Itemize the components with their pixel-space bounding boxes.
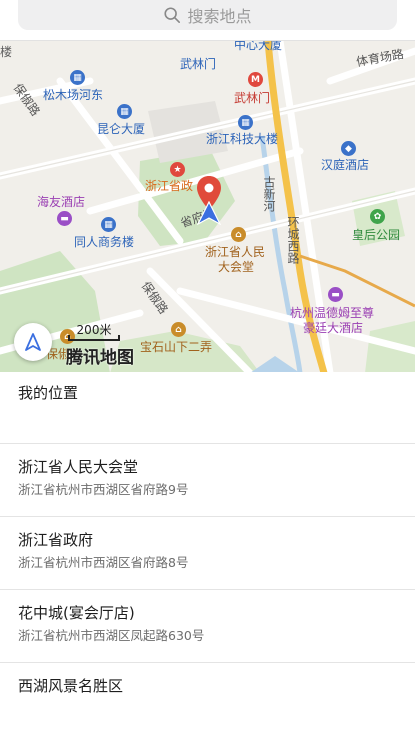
location-list: 我的位置 浙江省人民大会堂 浙江省杭州市西湖区省府路9号 浙江省政府 浙江省杭州… bbox=[0, 372, 415, 736]
map-label: 杭州温德姆至尊 bbox=[290, 306, 375, 320]
map-label: 环城西路 bbox=[286, 216, 300, 264]
map-label: 豪廷大酒店 bbox=[303, 321, 364, 335]
hotel-icon: ▬ bbox=[57, 211, 72, 226]
search-placeholder: 搜索地点 bbox=[187, 7, 252, 26]
list-item-my-location[interactable]: 我的位置 bbox=[0, 372, 415, 444]
list-item-address: 浙江省杭州市西湖区省府路8号 bbox=[18, 555, 189, 570]
map-label: 同人商务楼 bbox=[74, 235, 135, 249]
map-label: 海友酒店 bbox=[37, 195, 86, 209]
building-icon: ▦ bbox=[238, 115, 253, 130]
list-item-address: 浙江省杭州市西湖区省府路9号 bbox=[18, 482, 189, 497]
map-label: 皇后公园 bbox=[352, 228, 401, 242]
metro-icon: M bbox=[248, 72, 263, 87]
map-label: 昆仑大厦 bbox=[97, 122, 146, 136]
map-label: 大会堂 bbox=[218, 260, 255, 274]
search-input[interactable]: 搜索地点 bbox=[18, 0, 397, 30]
current-position-icon bbox=[196, 201, 222, 225]
list-item-name: 浙江省人民大会堂 bbox=[18, 458, 139, 476]
map-label: 浙江省人民 bbox=[205, 245, 266, 259]
search-bar: 搜索地点 bbox=[0, 0, 415, 40]
list-item[interactable]: 花中城(宴会厅店) 浙江省杭州市西湖区凤起路630号 bbox=[0, 590, 415, 663]
bank-icon: ▦ bbox=[70, 70, 85, 85]
map-label: 楼 bbox=[0, 45, 13, 59]
list-item-name: 浙江省政府 bbox=[18, 531, 94, 549]
list-item-address: 浙江省杭州市西湖区凤起路630号 bbox=[18, 628, 205, 643]
building-icon: ▦ bbox=[101, 217, 116, 232]
landmark-icon: ⌂ bbox=[171, 322, 186, 337]
map-label: 武林门 bbox=[180, 57, 217, 71]
list-item[interactable]: 浙江省人民大会堂 浙江省杭州市西湖区省府路9号 bbox=[0, 444, 415, 517]
building-icon: ▦ bbox=[117, 104, 132, 119]
locate-button[interactable] bbox=[14, 323, 52, 361]
hotel-icon: ▬ bbox=[328, 287, 343, 302]
park-icon: ✿ bbox=[370, 209, 385, 224]
hotel-icon: ◆ bbox=[341, 141, 356, 156]
list-item-name: 西湖风景名胜区 bbox=[18, 677, 124, 695]
map-label: 宝石山下二弄 bbox=[140, 340, 213, 354]
map-view[interactable]: M ▦ ▦ ▦ ◆ ★ ▬ ▦ ✿ ⌂ ▬ ⌂ ⌂ 中心大厦 武林门 体育场路 … bbox=[0, 40, 415, 372]
list-item-name: 花中城(宴会厅店) bbox=[18, 604, 135, 622]
map-logo: 腾讯地图 bbox=[66, 348, 134, 368]
list-item[interactable]: 浙江省政府 浙江省杭州市西湖区省府路8号 bbox=[0, 517, 415, 590]
list-item[interactable]: 西湖风景名胜区 bbox=[0, 663, 415, 736]
map-label: 浙江省政 bbox=[145, 179, 194, 193]
hall-icon: ⌂ bbox=[231, 227, 246, 242]
government-icon: ★ bbox=[170, 162, 185, 177]
map-label: 松木场河东 bbox=[43, 88, 104, 102]
map-scale-label: 200米 bbox=[76, 323, 112, 337]
map-label: 中心大厦 bbox=[234, 40, 283, 52]
search-icon bbox=[164, 7, 181, 24]
map-label: 古新河 bbox=[262, 176, 276, 212]
map-scale-bar bbox=[68, 335, 120, 341]
list-item-name: 我的位置 bbox=[18, 384, 79, 402]
map-label: 汉庭酒店 bbox=[321, 158, 370, 172]
navigation-arrow-icon bbox=[25, 333, 41, 351]
map-label: 浙江科技大楼 bbox=[206, 132, 279, 146]
map-label: 武林门 bbox=[234, 91, 271, 105]
